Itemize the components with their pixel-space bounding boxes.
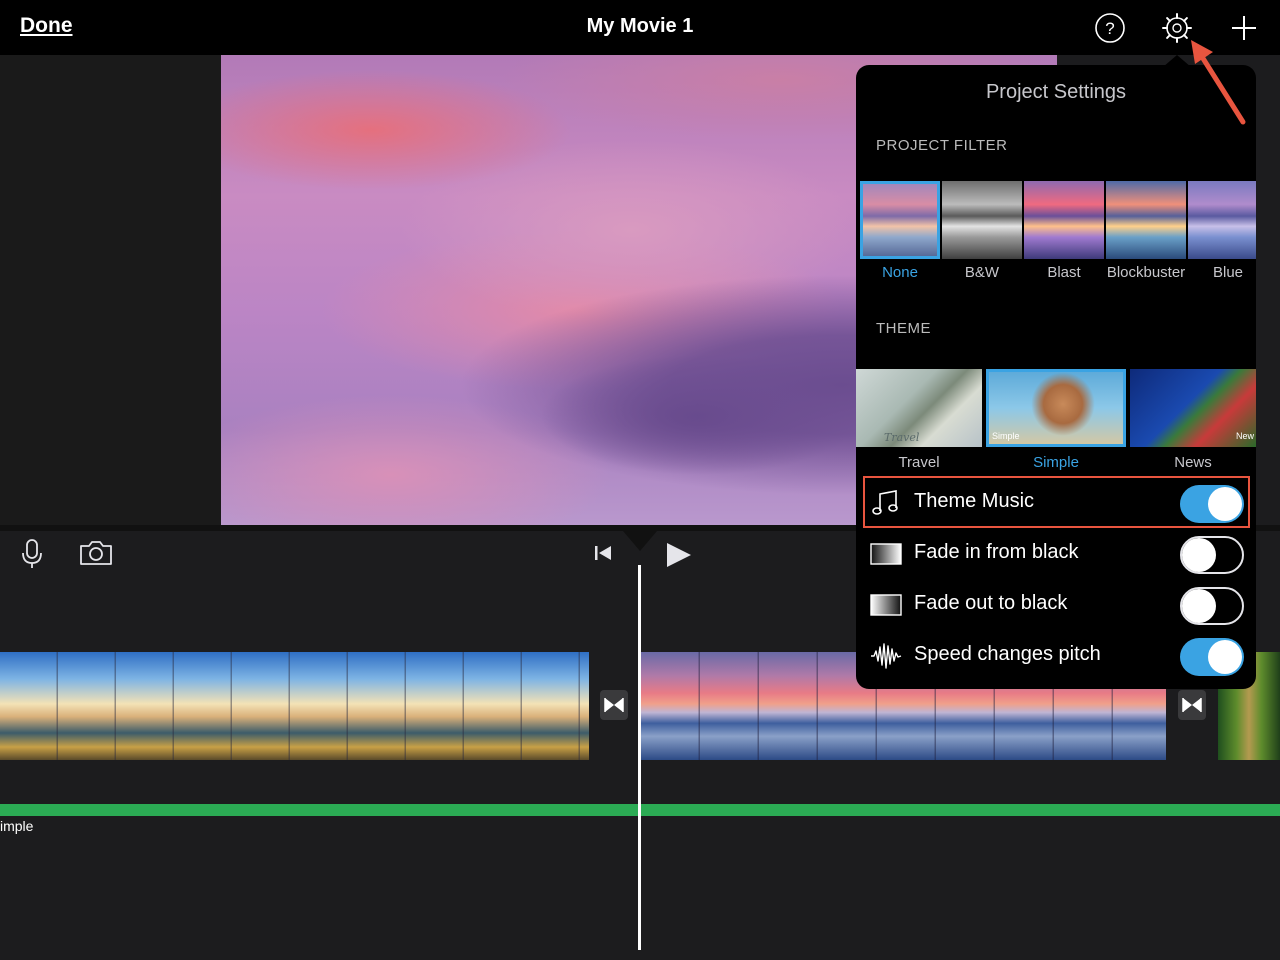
speed-pitch-toggle[interactable] (1180, 638, 1244, 676)
theme-heading: THEME (876, 320, 931, 337)
fade-out-toggle[interactable] (1180, 587, 1244, 625)
fade-in-icon (870, 538, 902, 570)
playhead-pointer (623, 531, 657, 551)
filter-bw[interactable]: B&W (942, 181, 1022, 281)
filter-blue[interactable]: Blue (1188, 181, 1256, 281)
viewer-left-margin (0, 55, 221, 525)
fade-out-icon (870, 589, 902, 621)
fade-out-row: Fade out to black (856, 579, 1256, 630)
microphone-icon[interactable] (20, 538, 44, 575)
theme-thumbnail: Travel (856, 369, 982, 447)
theme-label: News (1174, 454, 1212, 471)
option-label: Fade out to black (914, 592, 1068, 614)
filter-thumbnail (1024, 181, 1104, 259)
skip-to-start-icon[interactable] (592, 542, 614, 569)
theme-travel[interactable]: Travel Travel (856, 369, 982, 471)
theme-thumbnail: Simple (986, 369, 1126, 447)
project-title: My Movie 1 (586, 15, 694, 37)
filter-blockbuster[interactable]: Blockbuster (1106, 181, 1186, 281)
transition-icon[interactable] (600, 690, 628, 720)
annotation-arrow-icon (1191, 40, 1246, 125)
theme-thumbnail-caption: Simple (992, 431, 1020, 441)
theme-thumbnail-caption: New (1235, 431, 1254, 441)
project-settings-popover: Project Settings PROJECT FILTER None B&W… (856, 65, 1256, 689)
theme-simple[interactable]: Simple Simple (986, 369, 1126, 471)
toggle-knob (1182, 538, 1216, 572)
video-clip-1[interactable] (0, 652, 589, 760)
music-note-icon (870, 487, 902, 519)
theme-thumbnail-caption: Travel (884, 431, 920, 444)
project-filter-heading: PROJECT FILTER (876, 137, 1008, 154)
option-label: Speed changes pitch (914, 643, 1101, 665)
speed-pitch-row: Speed changes pitch (856, 630, 1256, 681)
theme-label: Travel (898, 454, 940, 471)
waveform-icon (870, 640, 902, 672)
theme-thumbnail: New (1130, 369, 1256, 447)
filter-label: Blue (1212, 264, 1244, 281)
filter-thumbnail (860, 181, 940, 259)
theme-news[interactable]: New News (1130, 369, 1256, 471)
filter-thumbnail (942, 181, 1022, 259)
option-label: Fade in from black (914, 541, 1079, 563)
fade-in-row: Fade in from black (856, 528, 1256, 579)
theme-music-toggle[interactable] (1180, 485, 1244, 523)
fade-in-toggle[interactable] (1180, 536, 1244, 574)
filter-thumbnail (1188, 181, 1256, 259)
toggle-knob (1208, 640, 1242, 674)
toggle-knob (1182, 589, 1216, 623)
top-bar: Done My Movie 1 ? (0, 0, 1280, 55)
theme-label: Simple (1033, 454, 1079, 471)
toggle-knob (1208, 487, 1242, 521)
playhead[interactable] (638, 565, 641, 950)
filter-blast[interactable]: Blast (1024, 181, 1104, 281)
help-icon[interactable]: ? (1094, 12, 1126, 44)
theme-music-row: Theme Music (856, 477, 1256, 528)
transition-icon[interactable] (1178, 690, 1206, 720)
audio-track-label: imple (0, 818, 34, 834)
option-label: Theme Music (914, 490, 1035, 512)
filter-none[interactable]: None (860, 181, 940, 281)
play-icon[interactable] (664, 540, 694, 575)
camera-icon[interactable] (78, 538, 114, 573)
svg-text:?: ? (1105, 19, 1114, 38)
filter-thumbnail (1106, 181, 1186, 259)
